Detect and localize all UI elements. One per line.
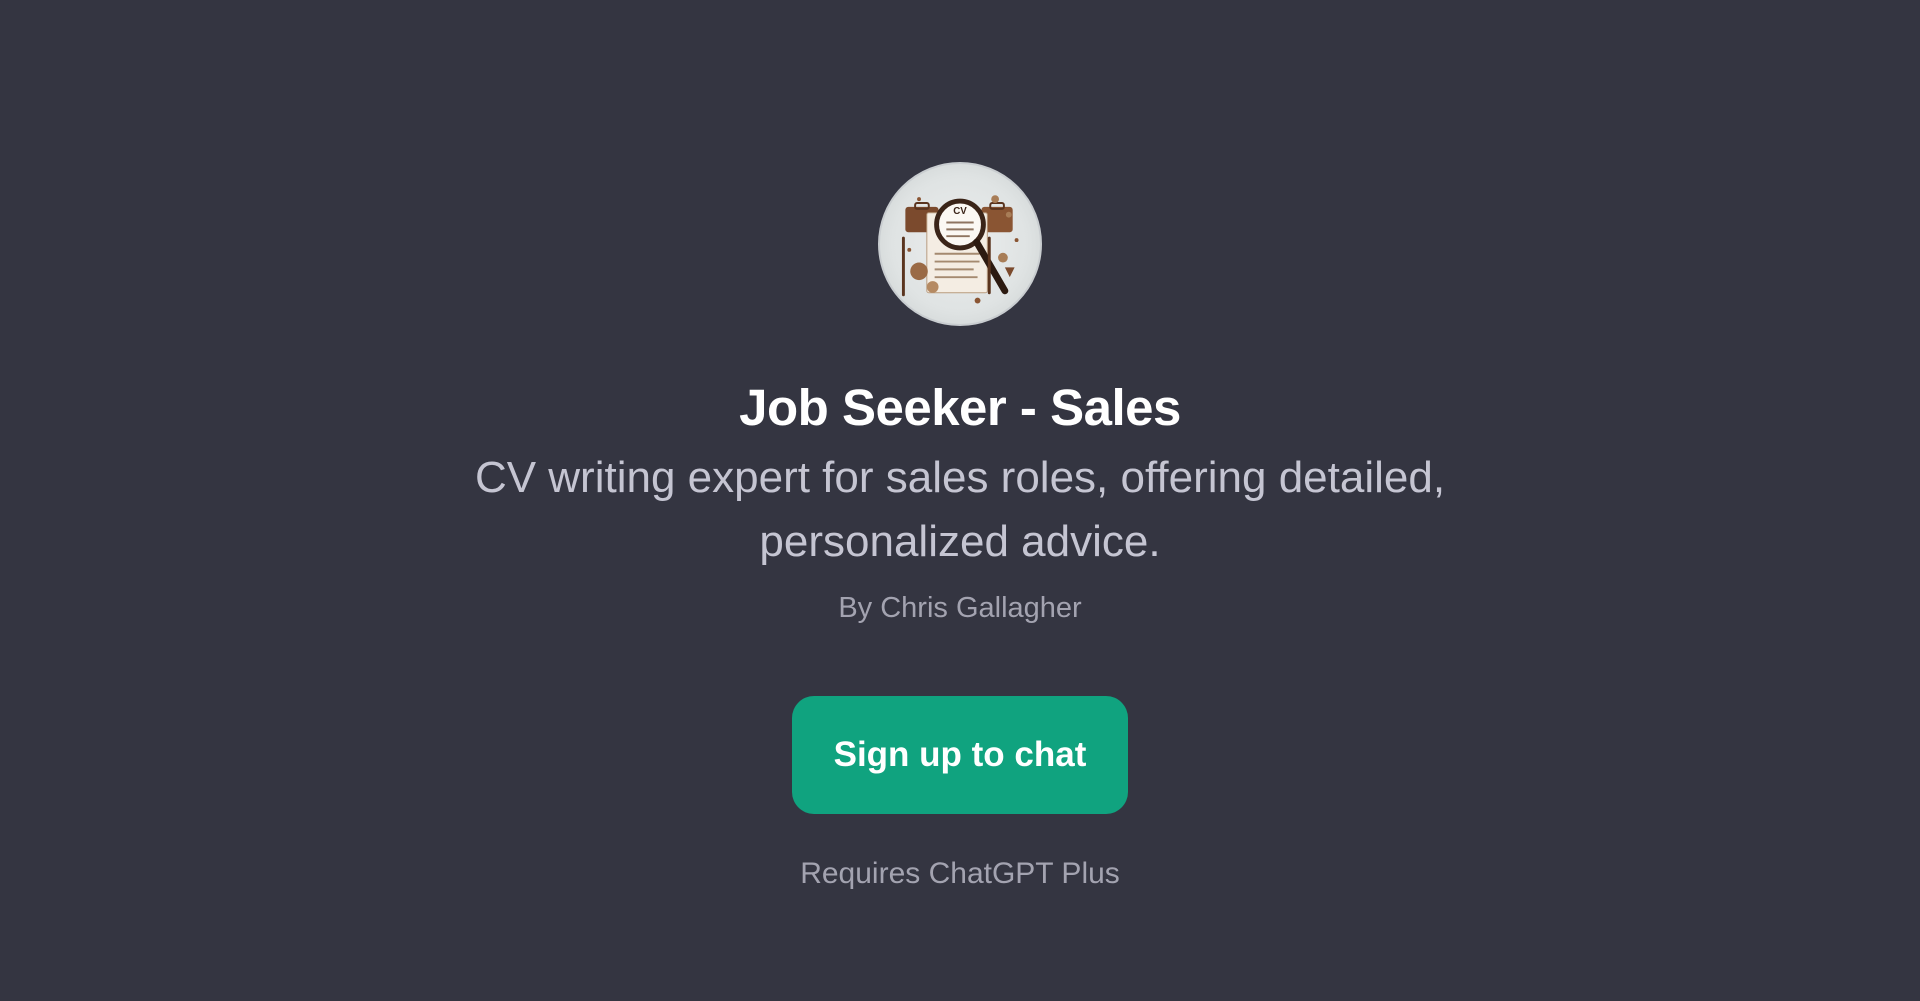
- requires-plus-note: Requires ChatGPT Plus: [800, 857, 1120, 890]
- sign-up-button[interactable]: Sign up to chat: [792, 696, 1128, 814]
- gpt-landing-page: CV Job Seeker - Sales CV writing expert …: [0, 0, 1920, 1001]
- gpt-author: By Chris Gallagher: [838, 592, 1082, 624]
- avatar-cv-text: CV: [953, 206, 967, 217]
- gpt-title: Job Seeker - Sales: [739, 379, 1181, 436]
- gpt-avatar: CV: [878, 162, 1042, 326]
- cv-magnifier-icon: CV: [901, 195, 1019, 304]
- gpt-description: CV writing expert for sales roles, offer…: [474, 453, 1446, 566]
